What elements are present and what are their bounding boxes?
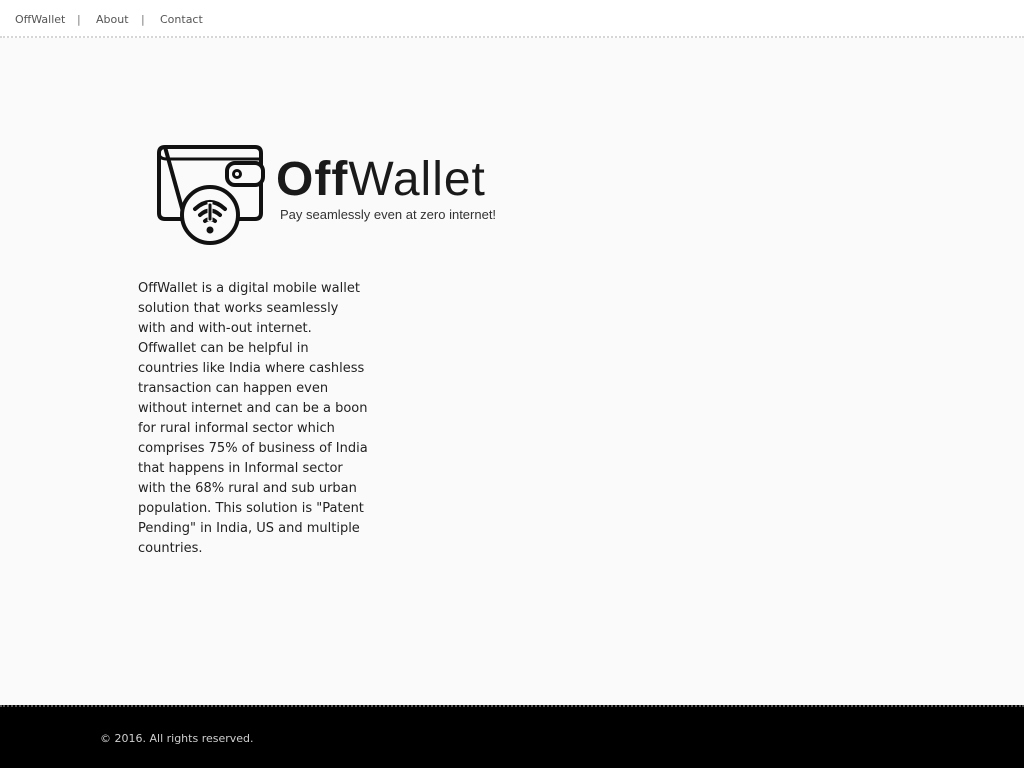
brand-wordmark: OffWallet (276, 150, 486, 210)
nav-separator: | (141, 13, 145, 26)
wallet-offline-icon (157, 145, 265, 245)
page-footer: © 2016. All rights reserved. (0, 705, 1024, 768)
brand-name-bold: Off (276, 153, 349, 206)
brand-name-light: Wallet (348, 153, 486, 206)
nav-link-home[interactable]: OffWallet (15, 13, 65, 27)
brand-tagline: Pay seamlessly even at zero internet! (280, 207, 497, 222)
page: OffWallet | About | Contact OffWallet Pa… (0, 0, 1024, 768)
nav-link-contact[interactable]: Contact (160, 13, 203, 27)
about-description: OffWallet is a digital mobile wallet sol… (138, 279, 368, 559)
copyright-text: © 2016. All rights reserved. (100, 732, 254, 745)
nav-link-about[interactable]: About (96, 13, 129, 27)
description-paragraph: Offwallet can be helpful in countries li… (138, 341, 368, 556)
description-paragraph: OffWallet is a digital mobile wallet sol… (138, 281, 360, 336)
nav-separator: | (77, 13, 81, 26)
top-navigation: OffWallet | About | Contact (0, 0, 1024, 38)
